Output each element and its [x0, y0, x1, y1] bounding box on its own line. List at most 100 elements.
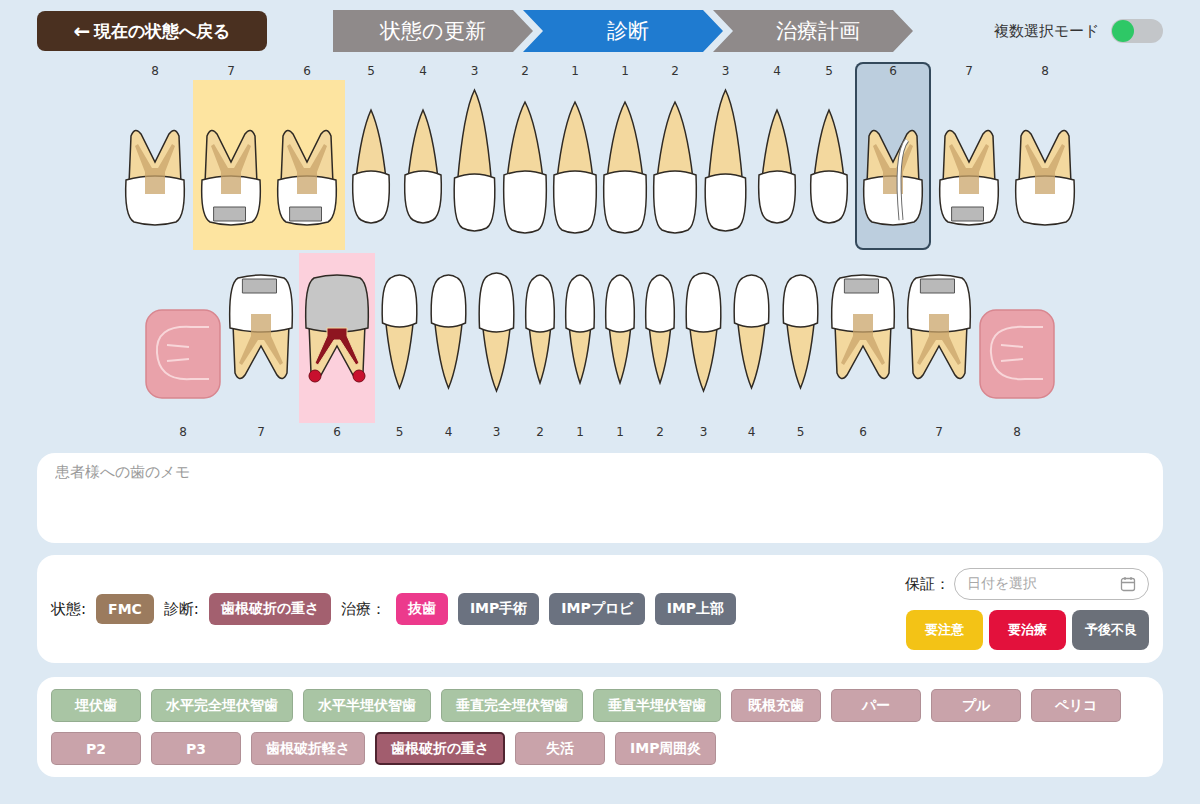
tooth-cell[interactable] — [520, 253, 560, 423]
tooth[interactable]: 7 — [901, 253, 977, 441]
tooth-cell[interactable] — [1007, 80, 1083, 250]
tooth-cell[interactable] — [600, 253, 640, 423]
tooth-cell[interactable] — [600, 80, 650, 250]
tooth-cell[interactable] — [299, 253, 375, 423]
tooth[interactable]: 6 — [855, 62, 931, 250]
multi-select-toggle[interactable] — [1111, 19, 1163, 43]
tooth-number: 6 — [859, 423, 867, 441]
tooth[interactable]: 3 — [473, 253, 520, 441]
diagnosis-chip[interactable]: 垂直半埋伏智歯 — [593, 689, 721, 722]
tooth[interactable]: 3 — [449, 62, 500, 250]
tooth-cell[interactable] — [855, 80, 931, 250]
diagnosis-chip[interactable]: 既根充歯 — [731, 689, 821, 722]
diagnosis-chip[interactable]: パー — [831, 689, 921, 722]
tooth-cell[interactable] — [825, 253, 901, 423]
tooth[interactable]: 1 — [600, 253, 640, 441]
tooth[interactable]: 8 — [1007, 62, 1083, 250]
tooth-cell[interactable] — [751, 80, 803, 250]
tooth-cell[interactable] — [397, 80, 449, 250]
tooth-cell[interactable] — [424, 253, 473, 423]
tooth-cell[interactable] — [223, 253, 299, 423]
tooth[interactable]: 5 — [345, 62, 397, 250]
tooth[interactable]: 4 — [751, 62, 803, 250]
tooth-cell[interactable] — [473, 253, 520, 423]
tooth[interactable]: 5 — [375, 253, 424, 441]
tooth[interactable]: 6 — [299, 253, 375, 441]
tooth[interactable]: 6 — [825, 253, 901, 441]
diagnosis-chip[interactable]: 歯根破折の重さ — [375, 732, 505, 765]
flag-button[interactable]: 予後不良 — [1072, 610, 1149, 650]
tag[interactable]: 抜歯 — [396, 593, 448, 625]
tooth[interactable]: 2 — [640, 253, 680, 441]
flag-button[interactable]: 要治療 — [989, 610, 1066, 650]
tooth-cell[interactable] — [345, 80, 397, 250]
tooth-cell[interactable] — [901, 253, 977, 423]
diagnosis-chip[interactable]: ペリコ — [1031, 689, 1121, 722]
tooth[interactable]: 7 — [931, 62, 1007, 250]
tooth[interactable]: 4 — [424, 253, 473, 441]
tooth-cell[interactable] — [640, 253, 680, 423]
diagnosis-chip[interactable]: プル — [931, 689, 1021, 722]
tooth-cell[interactable] — [977, 253, 1057, 423]
tooth[interactable]: 1 — [560, 253, 600, 441]
tooth-cell[interactable] — [269, 80, 345, 250]
diagnosis-chip[interactable]: 水平完全埋伏智歯 — [151, 689, 293, 722]
tooth[interactable]: 6 — [269, 62, 345, 250]
tooth-cell[interactable] — [700, 80, 751, 250]
tooth-cell[interactable] — [143, 253, 223, 423]
tag[interactable]: 歯根破折の重さ — [209, 593, 331, 625]
tooth-cell[interactable] — [931, 80, 1007, 250]
tooth[interactable]: 8 — [977, 253, 1057, 441]
back-button[interactable]: ← 現在の状態へ戻る — [37, 11, 267, 51]
tooth[interactable]: 2 — [500, 62, 550, 250]
tooth-cell[interactable] — [560, 253, 600, 423]
tooth-cell[interactable] — [803, 80, 855, 250]
tooth-cell[interactable] — [680, 253, 727, 423]
tooth-cell[interactable] — [375, 253, 424, 423]
tooth-cell[interactable] — [727, 253, 776, 423]
tooth[interactable]: 3 — [680, 253, 727, 441]
diagnosis-chip[interactable]: 垂直完全埋伏智歯 — [441, 689, 583, 722]
tooth[interactable]: 3 — [700, 62, 751, 250]
tooth-icon — [550, 80, 600, 250]
tooth[interactable]: 2 — [520, 253, 560, 441]
step[interactable]: 診断 — [523, 10, 723, 52]
tooth[interactable]: 1 — [550, 62, 600, 250]
tooth-cell[interactable] — [193, 80, 269, 250]
tooth-cell[interactable] — [449, 80, 500, 250]
tooth-number: 4 — [419, 62, 427, 80]
diagnosis-chip[interactable]: 失活 — [515, 732, 605, 765]
tag[interactable]: IMP上部 — [655, 593, 736, 625]
tooth-cell[interactable] — [500, 80, 550, 250]
diagnosis-chip[interactable]: P2 — [51, 732, 141, 765]
tooth[interactable]: 4 — [727, 253, 776, 441]
tag[interactable]: FMC — [96, 594, 154, 624]
step[interactable]: 状態の更新 — [333, 10, 533, 52]
diagnosis-chip[interactable]: 歯根破折軽さ — [251, 732, 365, 765]
tooth[interactable]: 4 — [397, 62, 449, 250]
tooth[interactable]: 2 — [650, 62, 700, 250]
diagnosis-chip[interactable]: IMP周囲炎 — [615, 732, 716, 765]
memo-input[interactable] — [55, 463, 1145, 533]
diagnosis-chip[interactable]: P3 — [151, 732, 241, 765]
tooth-cell[interactable] — [776, 253, 825, 423]
date-field[interactable]: 日付を選択 — [954, 568, 1149, 600]
tooth-number: 5 — [797, 423, 805, 441]
tooth-cell[interactable] — [550, 80, 600, 250]
flag-button[interactable]: 要注意 — [906, 610, 983, 650]
tooth[interactable]: 1 — [600, 62, 650, 250]
tooth-icon — [117, 80, 193, 250]
tooth-cell[interactable] — [117, 80, 193, 250]
tooth[interactable]: 5 — [776, 253, 825, 441]
tag[interactable]: IMP手術 — [458, 593, 539, 625]
tooth[interactable]: 8 — [143, 253, 223, 441]
diagnosis-chip[interactable]: 水平半埋伏智歯 — [303, 689, 431, 722]
tooth-cell[interactable] — [650, 80, 700, 250]
tooth[interactable]: 7 — [193, 62, 269, 250]
tag[interactable]: IMPプロビ — [549, 593, 644, 625]
tooth[interactable]: 7 — [223, 253, 299, 441]
tooth[interactable]: 5 — [803, 62, 855, 250]
tooth[interactable]: 8 — [117, 62, 193, 250]
step[interactable]: 治療計画 — [713, 10, 913, 52]
diagnosis-chip[interactable]: 埋伏歯 — [51, 689, 141, 722]
